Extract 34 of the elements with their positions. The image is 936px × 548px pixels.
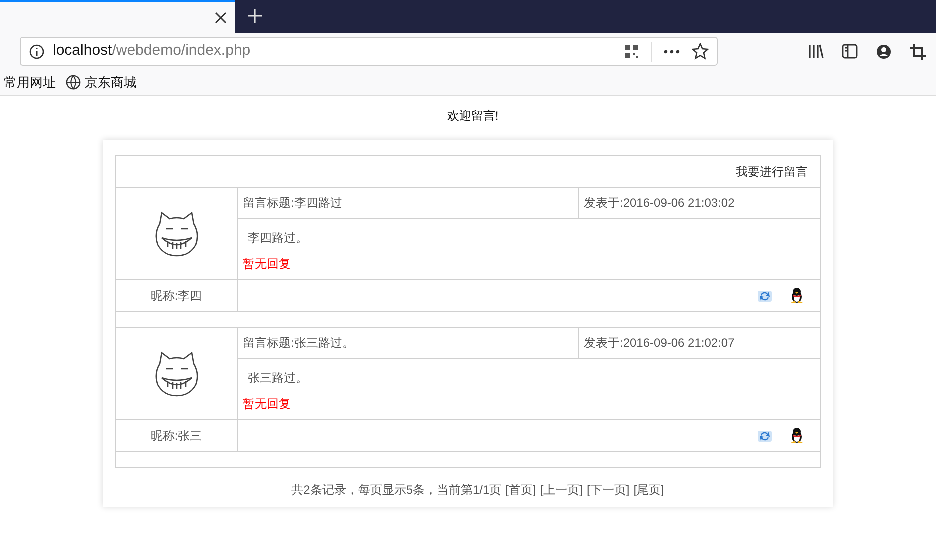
penguin-icon[interactable] — [789, 287, 805, 304]
globe-icon — [66, 75, 81, 90]
post-title: 留言标题:张三路过。 — [238, 328, 579, 358]
url-text: localhost/webdemo/index.php — [53, 41, 252, 62]
reply-status: 暂无回复 — [243, 256, 292, 273]
pagination-link[interactable]: [尾页] — [634, 481, 664, 499]
post-date: 发表于:2016-09-06 21:02:07 — [583, 335, 736, 352]
sidebar-icon[interactable] — [842, 44, 858, 59]
star-icon[interactable] — [692, 43, 709, 60]
more-icon[interactable] — [664, 50, 680, 54]
qr-code-icon[interactable] — [624, 44, 639, 59]
bookmark[interactable]: 常用网址 — [4, 72, 56, 92]
address-bar[interactable]: localhost/webdemo/index.php — [20, 37, 718, 66]
bookmark[interactable]: 京东商城 — [66, 72, 137, 92]
info-icon[interactable] — [29, 44, 45, 60]
nickname: 昵称:李四 — [116, 280, 238, 311]
page-heading: 欢迎留言! — [446, 108, 499, 125]
pagination-link[interactable]: [上一页] — [540, 481, 584, 499]
post-date: 发表于:2016-09-06 21:03:02 — [583, 195, 736, 212]
close-icon[interactable] — [215, 12, 227, 24]
new-tab-icon[interactable] — [248, 9, 262, 23]
penguin-icon[interactable] — [789, 427, 805, 444]
pagination-link[interactable]: [首页] — [506, 481, 536, 499]
nickname: 昵称:张三 — [116, 420, 238, 451]
post-title: 留言标题:李四路过 — [238, 188, 579, 218]
post-body: 张三路过。 — [247, 370, 309, 387]
reply-status: 暂无回复 — [243, 396, 292, 413]
crop-icon[interactable] — [910, 44, 926, 60]
new-message-link[interactable]: 我要进行留言 — [736, 162, 808, 180]
account-icon[interactable] — [876, 44, 892, 60]
post-body: 李四路过。 — [247, 230, 309, 247]
pagination-link[interactable]: [下一页] — [587, 481, 630, 499]
pagination-summary: 共2条记录，每页显示5条，当前第1/1页 — [292, 482, 502, 499]
library-icon[interactable] — [808, 44, 824, 59]
